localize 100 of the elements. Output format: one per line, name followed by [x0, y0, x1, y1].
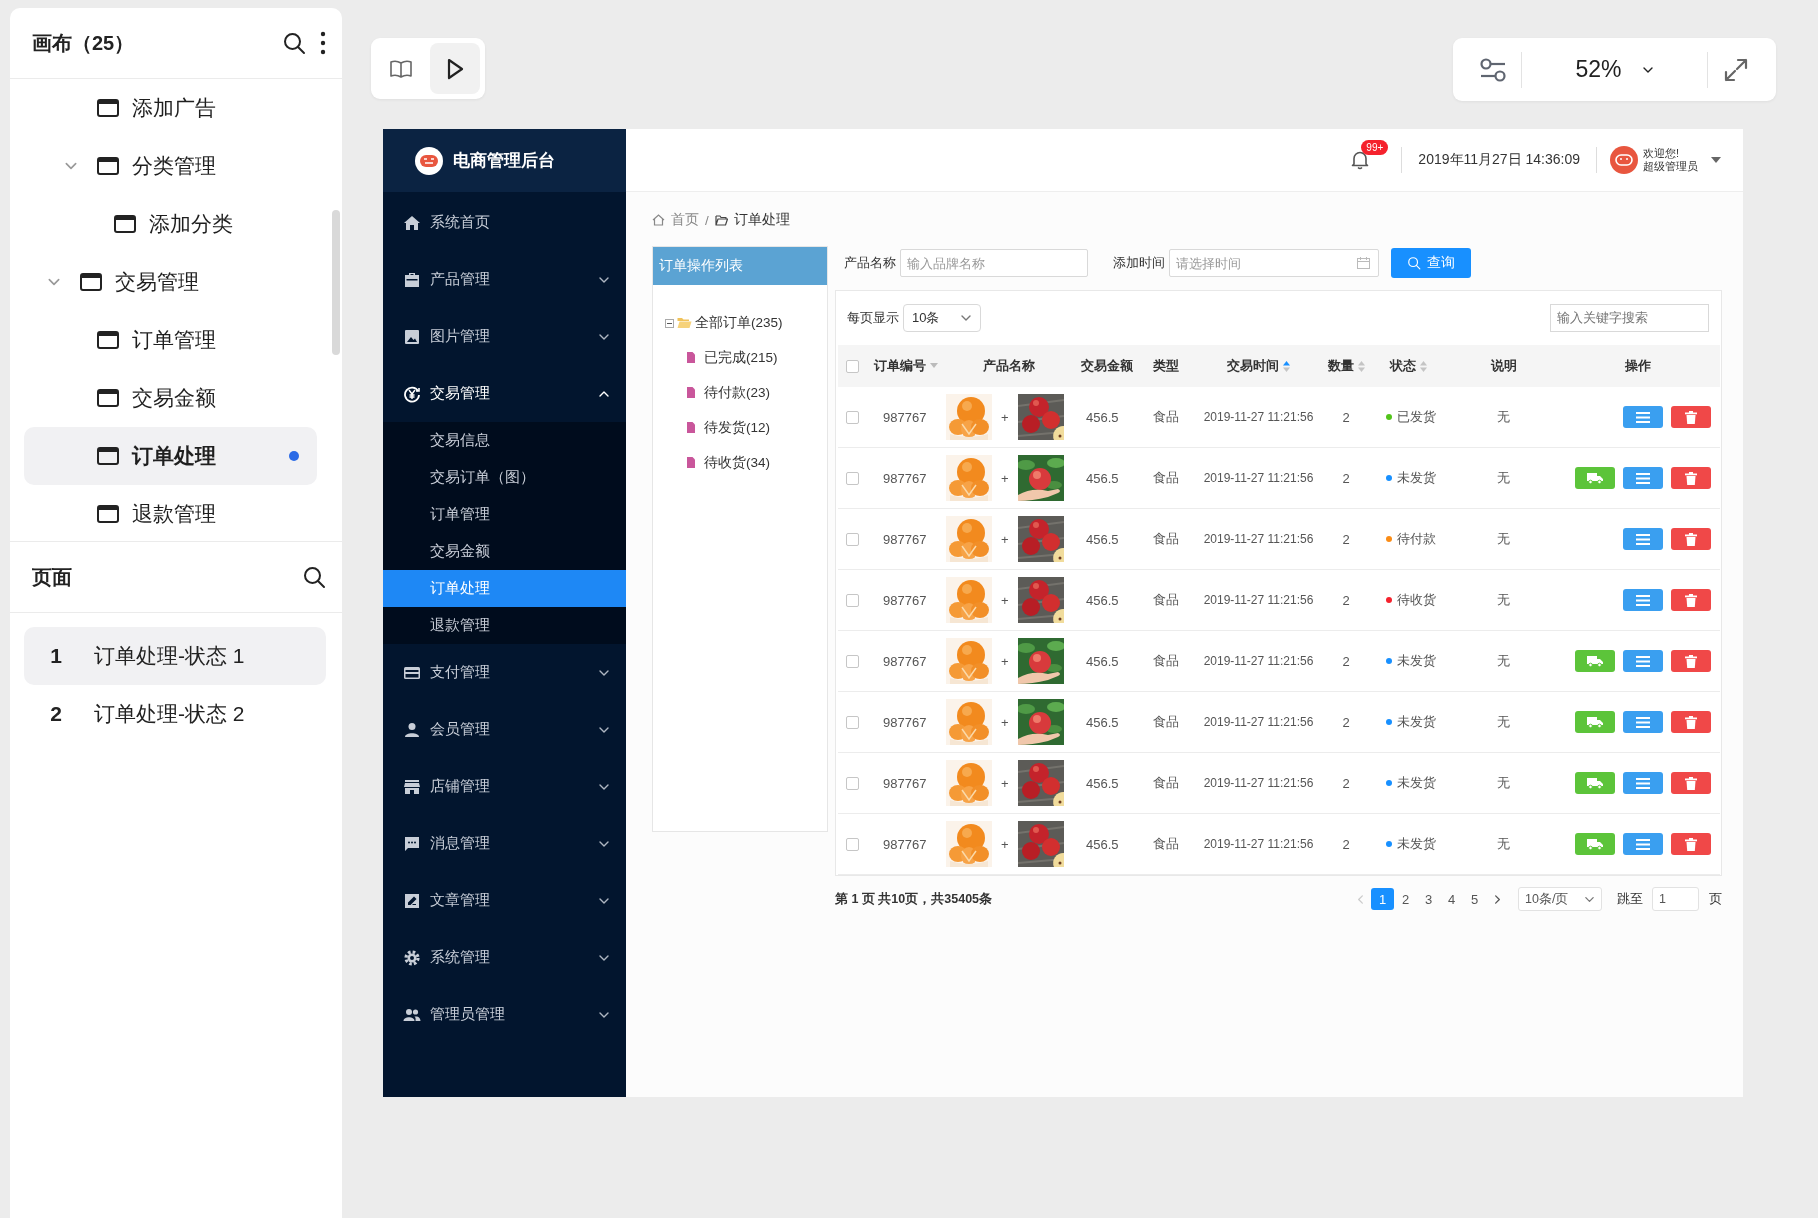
layer-item[interactable]: 交易管理 — [24, 253, 317, 311]
edit-icon — [403, 891, 421, 910]
menu-item[interactable]: 管理员管理 — [383, 986, 626, 1043]
layer-item[interactable]: 退款管理 — [24, 485, 317, 541]
checkbox[interactable] — [846, 715, 859, 729]
logo-icon — [415, 146, 443, 175]
collapse-icon[interactable] — [665, 318, 674, 328]
page-button[interactable]: 2 — [1394, 888, 1417, 910]
delete-button[interactable] — [1671, 650, 1711, 672]
checkbox[interactable] — [846, 471, 859, 485]
details-button[interactable] — [1623, 406, 1663, 428]
tree-item[interactable]: 待付款(23) — [704, 383, 770, 402]
menu-item[interactable]: 消息管理 — [383, 815, 626, 872]
play-button[interactable] — [430, 43, 480, 94]
delete-button[interactable] — [1671, 589, 1711, 611]
scrollbar[interactable] — [332, 210, 340, 355]
layer-item[interactable]: 添加分类 — [24, 195, 317, 253]
bell-icon[interactable] — [1351, 150, 1370, 170]
ship-button[interactable] — [1575, 650, 1615, 672]
details-button[interactable] — [1623, 833, 1663, 855]
home-icon — [652, 214, 665, 226]
submenu-item[interactable]: 交易订单（图） — [383, 459, 626, 496]
table-cell: 食品 — [1153, 713, 1179, 731]
menu-item[interactable]: 图片管理 — [383, 308, 626, 365]
page-item[interactable]: 2 订单处理-状态 2 — [24, 685, 326, 743]
ship-button[interactable] — [1575, 833, 1615, 855]
panel-header: 订单操作列表 — [653, 247, 827, 285]
menu-item[interactable]: 系统管理 — [383, 929, 626, 986]
sort-icon[interactable] — [1420, 360, 1427, 372]
column-header: 订单编号 — [874, 357, 926, 375]
details-button[interactable] — [1623, 467, 1663, 489]
submenu-item[interactable]: 订单管理 — [383, 496, 626, 533]
page-button[interactable]: 3 — [1417, 888, 1440, 910]
delete-button[interactable] — [1671, 406, 1711, 428]
search-field[interactable]: 输入关键字搜索 — [1550, 304, 1709, 332]
table-cell: 2019-11-27 11:21:56 — [1203, 593, 1314, 607]
layer-item[interactable]: 订单处理 — [24, 427, 317, 485]
checkbox[interactable] — [846, 359, 859, 373]
window-icon — [97, 157, 119, 175]
ship-button[interactable] — [1575, 467, 1615, 489]
tree-item[interactable]: 待收货(34) — [704, 453, 770, 472]
submenu-item[interactable]: 交易金额 — [383, 533, 626, 570]
panel-title: 页面 — [32, 564, 73, 590]
submenu-item[interactable]: 订单处理 — [383, 570, 626, 607]
details-button[interactable] — [1623, 589, 1663, 611]
menu-item[interactable]: 支付管理 — [383, 644, 626, 701]
page-button[interactable]: 4 — [1440, 888, 1463, 910]
details-button[interactable] — [1623, 650, 1663, 672]
checkbox[interactable] — [846, 837, 859, 851]
tree-item[interactable]: 待发货(12) — [704, 418, 770, 437]
delete-button[interactable] — [1671, 467, 1711, 489]
checkbox[interactable] — [846, 410, 859, 424]
menu-item[interactable]: 会员管理 — [383, 701, 626, 758]
delete-button[interactable] — [1671, 833, 1711, 855]
search-icon[interactable] — [302, 565, 326, 589]
caret-icon[interactable] — [1711, 157, 1721, 163]
ship-button[interactable] — [1575, 772, 1615, 794]
page-size-select[interactable]: 10条 — [903, 304, 981, 332]
table-cell: 987767 — [883, 653, 927, 669]
truck-icon — [1587, 655, 1603, 667]
table-cell: 2 — [1342, 409, 1350, 425]
details-button[interactable] — [1623, 772, 1663, 794]
avatar-icon[interactable] — [1610, 146, 1638, 174]
tree-item[interactable]: 已完成(215) — [704, 348, 778, 367]
checkbox[interactable] — [846, 654, 859, 668]
page-size-select[interactable]: 10条/页 — [1518, 887, 1602, 911]
layer-item[interactable]: 交易金额 — [24, 369, 317, 427]
menu-item[interactable]: 产品管理 — [383, 251, 626, 308]
menu-item[interactable]: 店铺管理 — [383, 758, 626, 815]
input-field[interactable]: 输入品牌名称 — [900, 249, 1088, 277]
checkbox[interactable] — [846, 776, 859, 790]
delete-button[interactable] — [1671, 772, 1711, 794]
ship-button[interactable] — [1575, 711, 1615, 733]
more-icon[interactable] — [320, 31, 326, 55]
details-button[interactable] — [1623, 711, 1663, 733]
menu-item[interactable]: 文章管理 — [383, 872, 626, 929]
checkbox[interactable] — [846, 593, 859, 607]
breadcrumb-link[interactable]: 首页 — [671, 211, 699, 229]
checkbox[interactable] — [846, 532, 859, 546]
zoom-select[interactable]: 52% — [1522, 45, 1707, 94]
date-field[interactable]: 请选择时间 — [1169, 249, 1379, 277]
menu-item[interactable]: 系统首页 — [383, 194, 626, 251]
page-input[interactable]: 1 — [1652, 887, 1699, 911]
page-button[interactable]: 5 — [1463, 888, 1486, 910]
menu-item[interactable]: 交易管理 — [383, 365, 626, 422]
details-button[interactable] — [1623, 528, 1663, 550]
sort-icon[interactable] — [1283, 360, 1290, 372]
delete-button[interactable] — [1671, 528, 1711, 550]
layer-item[interactable]: 添加广告 — [24, 79, 317, 137]
submenu-item[interactable]: 退款管理 — [383, 607, 626, 644]
delete-button[interactable] — [1671, 711, 1711, 733]
sort-icon[interactable] — [1357, 360, 1365, 372]
layer-item[interactable]: 分类管理 — [24, 137, 317, 195]
submenu-item[interactable]: 交易信息 — [383, 422, 626, 459]
search-icon[interactable] — [282, 31, 306, 55]
table-cell: 2019-11-27 11:21:56 — [1203, 837, 1314, 851]
page-item[interactable]: 1 订单处理-状态 1 — [24, 627, 326, 685]
breadcrumb-link[interactable]: 订单处理 — [733, 211, 790, 229]
tree-item[interactable]: 全部订单(235) — [695, 314, 783, 332]
layer-item[interactable]: 订单管理 — [24, 311, 317, 369]
